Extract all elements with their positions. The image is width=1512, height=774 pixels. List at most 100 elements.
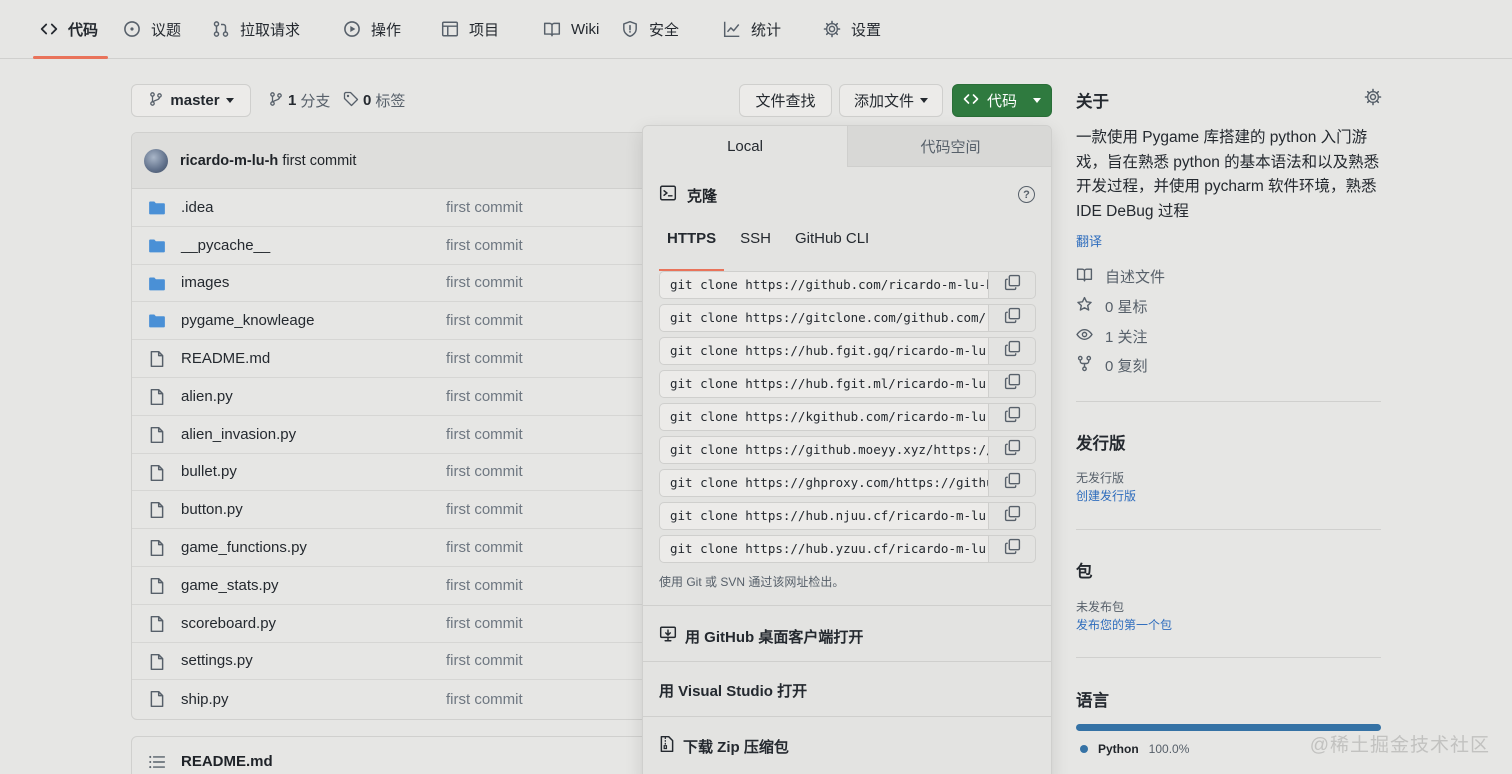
table-row[interactable]: alien_invasion.py first commit <box>132 416 650 454</box>
file-commit-message[interactable]: first commit <box>446 350 523 367</box>
tag-icon <box>343 91 359 111</box>
table-row[interactable]: bullet.py first commit <box>132 454 650 492</box>
table-row[interactable]: ship.py first commit <box>132 680 650 718</box>
table-row[interactable]: button.py first commit <box>132 491 650 530</box>
stars-link[interactable]: 0 星标 <box>1076 296 1148 317</box>
tab-codespaces[interactable]: 代码空间 <box>847 126 1051 167</box>
file-commit-message[interactable]: first commit <box>446 426 523 443</box>
tags-link[interactable]: 0 标签 <box>343 90 405 111</box>
copy-button[interactable] <box>989 304 1036 332</box>
file-name-link[interactable]: scoreboard.py <box>181 615 276 632</box>
clone-url-input[interactable]: git clone https://hub.njuu.cf/ricardo-m-… <box>659 502 989 530</box>
table-row[interactable]: game_functions.py first commit <box>132 529 650 567</box>
file-name-link[interactable]: .idea <box>181 199 214 216</box>
file-name-link[interactable]: pygame_knowleage <box>181 312 314 329</box>
file-commit-message[interactable]: first commit <box>446 691 523 708</box>
file-name-link[interactable]: README.md <box>181 350 270 367</box>
file-commit-message[interactable]: first commit <box>446 199 523 216</box>
tab-settings[interactable]: 设置 <box>823 0 881 58</box>
tab-security[interactable]: 安全 <box>621 0 679 58</box>
readme-title[interactable]: README.md <box>181 753 273 770</box>
copy-button[interactable] <box>989 370 1036 398</box>
tab-insights[interactable]: 统计 <box>723 0 781 58</box>
clone-url-input[interactable]: git clone https://github.com/ricardo-m-l… <box>659 271 989 299</box>
table-row[interactable]: scoreboard.py first commit <box>132 605 650 643</box>
copy-button[interactable] <box>989 469 1036 497</box>
tab-code[interactable]: 代码 <box>40 0 98 58</box>
tab-label: 议题 <box>151 21 182 39</box>
translate-link[interactable]: 翻译 <box>1076 231 1381 250</box>
add-file-button[interactable]: 添加文件 <box>839 84 943 117</box>
clone-url-input[interactable]: git clone https://gitclone.com/github.co… <box>659 304 989 332</box>
clone-url-input[interactable]: git clone https://hub.yzuu.cf/ricardo-m-… <box>659 535 989 563</box>
table-row[interactable]: README.md first commit <box>132 340 650 378</box>
watchers-link[interactable]: 1 关注 <box>1076 326 1148 347</box>
list-icon[interactable] <box>148 753 166 774</box>
table-row[interactable]: alien.py first commit <box>132 378 650 416</box>
file-commit-message[interactable]: first commit <box>446 388 523 405</box>
forks-link[interactable]: 0 复刻 <box>1076 355 1148 376</box>
file-commit-message[interactable]: first commit <box>446 501 523 518</box>
clone-url-input[interactable]: git clone https://ghproxy.com/https://gi… <box>659 469 989 497</box>
tab-pull-requests[interactable]: 拉取请求 <box>212 0 300 58</box>
copy-button[interactable] <box>989 502 1036 530</box>
tab-actions[interactable]: 操作 <box>343 0 401 58</box>
file-commit-message[interactable]: first commit <box>446 615 523 632</box>
file-name-link[interactable]: game_stats.py <box>181 577 279 594</box>
clone-url-input[interactable]: git clone https://hub.fgit.gq/ricardo-m-… <box>659 337 989 365</box>
open-desktop-button[interactable]: 用 GitHub 桌面客户端打开 <box>659 625 863 647</box>
table-row[interactable]: .idea first commit <box>132 189 650 227</box>
gear-icon[interactable] <box>1364 88 1382 111</box>
clone-url-input[interactable]: git clone https://kgithub.com/ricardo-m-… <box>659 403 989 431</box>
copy-button[interactable] <box>989 337 1036 365</box>
copy-button[interactable] <box>989 271 1036 299</box>
file-name-link[interactable]: button.py <box>181 501 243 518</box>
table-row[interactable]: images first commit <box>132 265 650 303</box>
avatar[interactable] <box>144 148 168 173</box>
file-commit-message[interactable]: first commit <box>446 577 523 594</box>
table-row[interactable]: pygame_knowleage first commit <box>132 302 650 341</box>
file-commit-message[interactable]: first commit <box>446 237 523 254</box>
readme-link[interactable]: 自述文件 <box>1076 266 1165 287</box>
copy-button[interactable] <box>989 535 1036 563</box>
code-dropdown-button[interactable]: 代码 <box>952 84 1052 117</box>
file-name-link[interactable]: alien_invasion.py <box>181 426 296 443</box>
download-zip-button[interactable]: 下载 Zip 压缩包 <box>659 735 789 757</box>
tab-local[interactable]: Local <box>643 126 847 167</box>
branch-select-button[interactable]: master <box>131 84 251 117</box>
file-commit-message[interactable]: first commit <box>446 652 523 669</box>
commit-message[interactable]: first commit <box>282 153 356 169</box>
question-icon[interactable]: ? <box>1018 186 1035 203</box>
table-row[interactable]: game_stats.py first commit <box>132 567 650 605</box>
tab-https[interactable]: HTTPS <box>659 226 725 271</box>
file-commit-message[interactable]: first commit <box>446 312 523 329</box>
copy-button[interactable] <box>989 403 1036 431</box>
language-item[interactable]: Python 100.0% <box>1080 742 1189 756</box>
file-name-link[interactable]: game_functions.py <box>181 539 307 556</box>
branches-link[interactable]: 1 分支 <box>268 90 330 111</box>
file-name-link[interactable]: alien.py <box>181 388 233 405</box>
file-name-link[interactable]: settings.py <box>181 652 253 669</box>
tab-wiki[interactable]: Wiki <box>543 0 599 58</box>
create-release-link[interactable]: 创建发行版 <box>1076 487 1381 504</box>
clone-url-input[interactable]: git clone https://github.moeyy.xyz/https… <box>659 436 989 464</box>
table-row[interactable]: __pycache__ first commit <box>132 227 650 265</box>
file-name-link[interactable]: ship.py <box>181 691 229 708</box>
tab-projects[interactable]: 项目 <box>441 0 499 58</box>
clone-url-input[interactable]: git clone https://hub.fgit.ml/ricardo-m-… <box>659 370 989 398</box>
find-file-button[interactable]: 文件查找 <box>739 84 832 117</box>
commit-author[interactable]: ricardo-m-lu-h <box>180 153 278 169</box>
open-visual-studio-button[interactable]: 用 Visual Studio 打开 <box>659 680 807 701</box>
tab-issues[interactable]: 议题 <box>123 0 181 58</box>
tab-github-cli[interactable]: GitHub CLI <box>787 226 877 262</box>
copy-button[interactable] <box>989 436 1036 464</box>
file-commit-message[interactable]: first commit <box>446 274 523 291</box>
tab-ssh[interactable]: SSH <box>732 226 779 262</box>
file-commit-message[interactable]: first commit <box>446 539 523 556</box>
file-name-link[interactable]: images <box>181 274 229 291</box>
file-commit-message[interactable]: first commit <box>446 463 523 480</box>
file-name-link[interactable]: __pycache__ <box>181 237 270 254</box>
publish-package-link[interactable]: 发布您的第一个包 <box>1076 616 1381 633</box>
file-name-link[interactable]: bullet.py <box>181 463 237 480</box>
table-row[interactable]: settings.py first commit <box>132 643 650 681</box>
